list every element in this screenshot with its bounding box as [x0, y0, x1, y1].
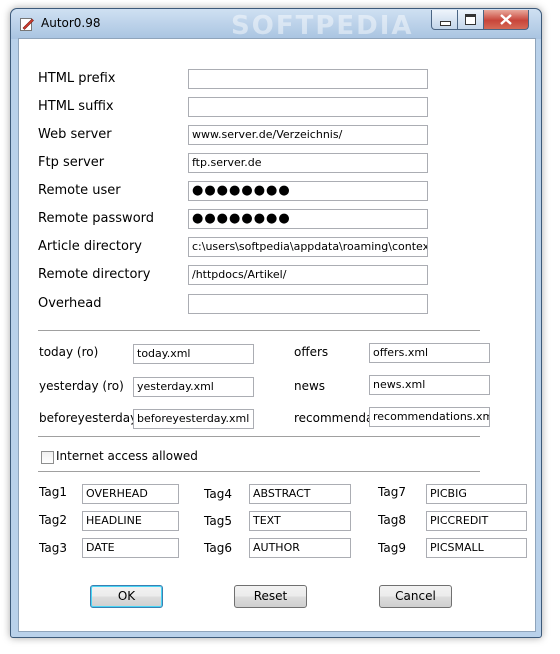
field-label-ftp-server: Ftp server	[38, 155, 105, 170]
dialog-body: HTML prefix HTML suffix Web server www.s…	[18, 38, 536, 632]
field-label-html-suffix: HTML suffix	[38, 99, 114, 114]
tag9-label: Tag9	[378, 541, 406, 555]
label-recommendations: recommendations	[294, 411, 369, 425]
tag7-label: Tag7	[378, 485, 406, 499]
tag4-input[interactable]: ABSTRACT	[249, 484, 351, 504]
minimize-button[interactable]	[431, 10, 459, 30]
tag2-label: Tag2	[39, 513, 67, 527]
cancel-button[interactable]: Cancel	[379, 585, 452, 608]
overhead-input[interactable]	[188, 294, 428, 314]
web-server-input[interactable]: www.server.de/Verzeichnis/	[188, 125, 428, 145]
tag5-label: Tag5	[204, 514, 232, 528]
tag8-label: Tag8	[378, 513, 406, 527]
article-directory-input[interactable]: c:\users\softpedia\appdata\roaming\conte…	[188, 237, 428, 257]
remote-directory-input[interactable]: /httpdocs/Artikel/	[188, 265, 428, 285]
tag6-label: Tag6	[204, 541, 232, 555]
tag5-input[interactable]: TEXT	[249, 511, 351, 531]
app-window: Autor0.98 SOFTPEDIA HTML prefix HTML suf…	[10, 8, 542, 638]
pencil-icon	[20, 18, 34, 31]
field-label-article-directory: Article directory	[38, 239, 142, 254]
separator	[38, 471, 480, 473]
recommendations-input[interactable]: recommendations.xml	[369, 407, 490, 427]
html-suffix-input[interactable]	[188, 97, 428, 117]
label-recommendations-clip: recommendations	[294, 411, 369, 429]
tag7-input[interactable]: PICBIG	[426, 484, 527, 504]
maximize-icon	[465, 14, 476, 25]
window-title: Autor0.98	[41, 16, 101, 30]
close-button[interactable]	[483, 10, 529, 30]
internet-access-checkbox[interactable]	[41, 451, 54, 464]
remote-password-input[interactable]: ●●●●●●●●	[188, 209, 428, 229]
tag2-input[interactable]: HEADLINE	[82, 511, 179, 531]
label-yesterday: yesterday (ro)	[39, 379, 124, 393]
field-label-remote-user: Remote user	[38, 183, 121, 198]
field-label-overhead: Overhead	[38, 296, 102, 311]
label-beforeyesterday-clip: beforeyesterday (ro)	[39, 411, 133, 429]
yesterday-input[interactable]: yesterday.xml	[133, 377, 254, 397]
internet-access-label: Internet access allowed	[56, 449, 198, 463]
tag8-input[interactable]: PICCREDIT	[426, 511, 527, 531]
field-label-web-server: Web server	[38, 127, 112, 142]
html-prefix-input[interactable]	[188, 69, 428, 89]
field-label-remote-directory: Remote directory	[38, 267, 151, 282]
offers-input[interactable]: offers.xml	[369, 343, 490, 363]
reset-button[interactable]: Reset	[234, 585, 307, 608]
tag3-input[interactable]: DATE	[82, 538, 179, 558]
tag6-input[interactable]: AUTHOR	[249, 538, 351, 558]
field-label-html-prefix: HTML prefix	[38, 71, 116, 86]
title-bar[interactable]: Autor0.98 SOFTPEDIA	[11, 9, 541, 41]
news-input[interactable]: news.xml	[369, 375, 490, 395]
separator	[38, 330, 480, 332]
today-input[interactable]: today.xml	[133, 344, 254, 364]
label-today: today (ro)	[39, 345, 99, 359]
tag9-input[interactable]: PICSMALL	[426, 538, 527, 558]
separator	[38, 436, 480, 438]
ftp-server-input[interactable]: ftp.server.de	[188, 153, 428, 173]
tag3-label: Tag3	[39, 541, 67, 555]
close-icon	[500, 14, 512, 25]
tag1-label: Tag1	[39, 485, 67, 499]
maximize-button[interactable]	[457, 10, 485, 30]
beforeyesterday-input[interactable]: beforeyesterday.xml	[133, 409, 254, 429]
tag1-input[interactable]: OVERHEAD	[82, 484, 179, 504]
watermark: SOFTPEDIA	[231, 11, 414, 41]
label-news: news	[294, 379, 326, 393]
minimize-icon	[440, 21, 451, 26]
field-label-remote-password: Remote password	[38, 211, 155, 226]
tag4-label: Tag4	[204, 487, 232, 501]
label-offers: offers	[294, 345, 329, 359]
label-beforeyesterday: beforeyesterday (ro)	[39, 411, 133, 425]
ok-button[interactable]: OK	[90, 585, 163, 608]
remote-user-input[interactable]: ●●●●●●●●	[188, 181, 428, 201]
